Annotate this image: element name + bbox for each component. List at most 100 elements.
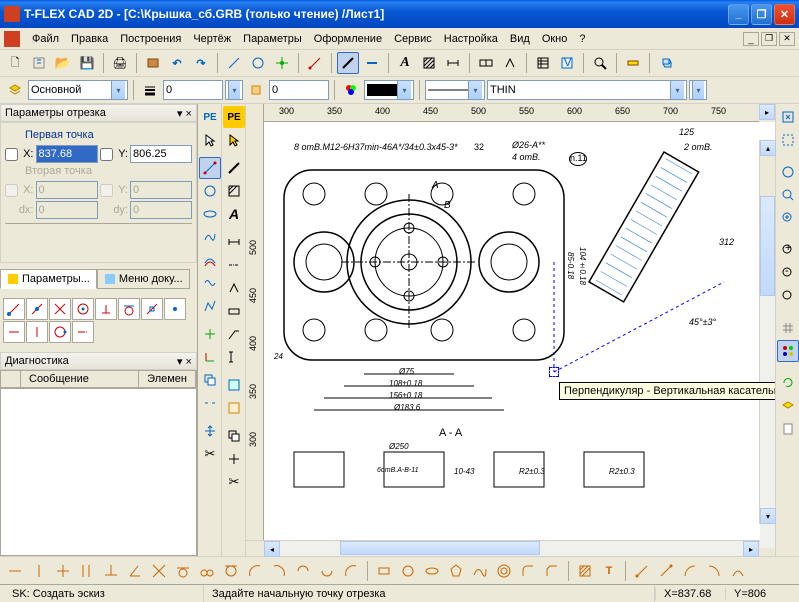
minimize-button[interactable]: _ [728,4,749,25]
redo-icon[interactable] [190,52,212,74]
vt2-leader-icon[interactable] [223,323,245,345]
snap-endpoint-icon[interactable] [3,298,25,320]
bt-seg1-icon[interactable] [631,560,653,582]
menu-construct[interactable]: Построения [114,31,187,47]
vt2-move-icon[interactable] [223,448,245,470]
menu-edit[interactable]: Правка [65,31,114,47]
ruler-horizontal[interactable]: 300 350 400 450 500 550 600 650 700 750 [264,104,759,122]
snap-midpoint-icon[interactable] [26,298,48,320]
scrollbar-horizontal[interactable]: ◂ ▸ [246,540,775,556]
snap-horiz-icon[interactable] [3,321,25,343]
bt-bisect-icon[interactable] [148,560,170,582]
zoom-realtime-icon[interactable] [777,207,799,229]
level-icon[interactable] [245,79,267,101]
y1-input[interactable] [130,145,192,163]
bt-spline2-icon[interactable] [469,560,491,582]
bt-rect-icon[interactable] [373,560,395,582]
vt-pe-icon[interactable]: PE [199,106,221,128]
diag-col-element[interactable]: Элемен [139,371,196,387]
bt-tangent3-icon[interactable] [220,560,242,582]
dimension-icon[interactable] [442,52,464,74]
menu-window[interactable]: Окно [536,31,574,47]
vt2-cut-icon[interactable] [223,471,245,493]
bt-hline-icon[interactable] [4,560,26,582]
snap-intersect-icon[interactable] [49,298,71,320]
vt-func-icon[interactable] [199,272,221,294]
level-input[interactable] [269,80,329,100]
zoom-scale-icon[interactable] [777,285,799,307]
line-icon[interactable] [223,52,245,74]
params-panel-header[interactable]: Параметры отрезка ▾ × [0,104,197,122]
table-icon[interactable] [532,52,554,74]
vt-break-icon[interactable] [199,392,221,414]
page-icon[interactable] [777,418,799,440]
vt2-image-icon[interactable] [223,397,245,419]
vt2-frag-icon[interactable] [223,374,245,396]
measure-icon[interactable] [622,52,644,74]
bt-hatch2-icon[interactable] [574,560,596,582]
vt-offset-icon[interactable] [199,249,221,271]
zoom-window-icon[interactable] [777,129,799,151]
bt-text2-icon[interactable]: T [598,560,620,582]
print-icon[interactable] [109,52,131,74]
zoom-icon[interactable] [589,52,611,74]
menu-file[interactable]: Файл [26,31,65,47]
x1-check[interactable] [5,148,18,161]
vt2-copy-icon[interactable] [223,425,245,447]
grid-icon[interactable] [777,317,799,339]
bt-offset2-icon[interactable] [493,560,515,582]
layers-vis-icon[interactable] [777,395,799,417]
variables-icon[interactable]: V [556,52,578,74]
snap-perp-icon[interactable] [95,298,117,320]
scroll-up-icon[interactable]: ▴ [760,140,776,156]
snap-near-icon[interactable] [141,298,163,320]
tab-parameters[interactable]: Параметры... [0,269,97,289]
bt-tangent1-icon[interactable] [172,560,194,582]
maximize-button[interactable]: ❐ [751,4,772,25]
lineweight-icon[interactable] [139,79,161,101]
vt2-text-icon[interactable]: A [223,203,245,225]
undo-icon[interactable] [166,52,188,74]
vt2-cursor-icon[interactable] [223,129,245,151]
hatch-icon[interactable] [418,52,440,74]
diag-col-icon[interactable] [1,371,21,387]
doc-restore-button[interactable]: ❐ [761,32,777,46]
bt-tangent2-icon[interactable] [196,560,218,582]
vt-spline-icon[interactable] [199,226,221,248]
zoom-fit-icon[interactable] [777,106,799,128]
bt-ellipse-icon[interactable] [421,560,443,582]
doc-minimize-button[interactable]: _ [743,32,759,46]
menu-help[interactable]: ? [573,31,591,47]
pan-icon[interactable] [777,161,799,183]
segment-icon[interactable] [337,52,359,74]
linetype-combo[interactable]: THIN▾ [487,80,687,100]
zoom-in-icon[interactable]: + [777,239,799,261]
bt-par-icon[interactable] [76,560,98,582]
ruler-vertical[interactable]: 300 350 400 450 500 [246,122,264,540]
vt-cs-icon[interactable] [199,346,221,368]
draw-line-icon[interactable] [361,52,383,74]
vt-circle-icon[interactable] [199,180,221,202]
bt-arc4-icon[interactable] [316,560,338,582]
scroll-left-icon[interactable]: ◂ [264,541,280,557]
snap-quad-icon[interactable] [49,321,71,343]
bt-vline-icon[interactable] [28,560,50,582]
vt-line-icon[interactable] [199,157,221,179]
circle-icon[interactable] [247,52,269,74]
width-input[interactable] [163,80,223,100]
menu-drawing[interactable]: Чертёж [187,31,237,47]
diag-list[interactable] [0,388,197,556]
bt-chamfer-icon[interactable] [541,560,563,582]
menu-settings[interactable]: Настройка [438,31,504,47]
save-icon[interactable] [76,52,98,74]
bt-arc2-icon[interactable] [268,560,290,582]
diag-col-message[interactable]: Сообщение [21,371,139,387]
linetype-dd2[interactable]: ▾ [689,80,707,100]
roughness-icon[interactable] [499,52,521,74]
bt-circle-icon[interactable] [397,560,419,582]
snap-tangent-icon[interactable] [118,298,140,320]
new-wizard-icon[interactable] [28,52,50,74]
y1-check[interactable] [100,148,113,161]
width-dd[interactable]: ▾ [225,80,243,100]
layer-combo[interactable]: Основной▾ [28,80,128,100]
